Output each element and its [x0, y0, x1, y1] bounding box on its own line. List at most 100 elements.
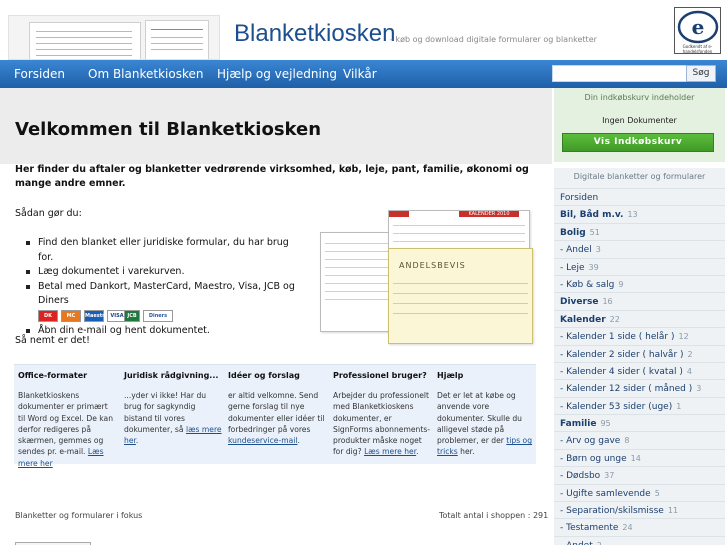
- category-item[interactable]: Kalender 22: [554, 309, 725, 327]
- category-item[interactable]: Forsiden: [554, 188, 725, 205]
- category-count: 39: [588, 262, 599, 272]
- nav-item-hjaelp[interactable]: Hjælp og vejledning: [217, 67, 337, 81]
- category-item[interactable]: - Kalender 53 sider (uge) 1: [554, 396, 725, 414]
- total-count-label: Totalt antal i shoppen : 291: [439, 511, 549, 520]
- category-count: 2: [597, 541, 602, 545]
- cart-heading: Din indkøbskurv indeholder: [584, 93, 695, 102]
- header: Blanketkiosken - køb og download digital…: [0, 0, 727, 60]
- category-count: 12: [678, 332, 689, 342]
- search-button[interactable]: Søg: [686, 65, 716, 82]
- category-label: - Kalender 1 side ( helår ): [560, 332, 675, 343]
- info-column-heading: Professionel bruger?: [333, 371, 427, 380]
- thumbnail-sheet: [145, 20, 209, 59]
- category-item[interactable]: Familie 95: [554, 414, 725, 431]
- category-item[interactable]: - Andel 3: [554, 240, 725, 257]
- category-count: 4: [686, 366, 692, 376]
- category-list: Forsiden Bil, Båd m.v. 13 Bolig 51- Andel 3- …: [554, 188, 725, 545]
- focus-label: Blanketter og formularer i fokus: [15, 511, 143, 520]
- category-count: 22: [609, 314, 620, 324]
- info-column-heading: Juridisk rådgivning...: [124, 371, 219, 380]
- category-item[interactable]: - Leje 39: [554, 257, 725, 275]
- category-count: 5: [654, 488, 660, 498]
- nav-item-forsiden[interactable]: Forsiden: [14, 67, 65, 81]
- category-item[interactable]: Bolig 51: [554, 222, 725, 240]
- category-item[interactable]: - Andet 2: [554, 535, 725, 545]
- page-title: Velkommen til Blanketkiosken: [15, 119, 322, 140]
- category-label: - Leje: [560, 262, 585, 273]
- jcb-icon: JCB: [124, 309, 140, 322]
- category-label: Bolig: [560, 227, 586, 238]
- documents-illustration: KALENDER 2010 ANDELSBEVIS: [320, 210, 535, 345]
- site-tagline: - køb og download digitale formularer og…: [390, 35, 597, 44]
- category-label: - Kalender 2 sider ( halvår ): [560, 349, 684, 360]
- category-count: 9: [618, 279, 624, 289]
- category-label: - Børn og unge: [560, 453, 627, 464]
- category-item[interactable]: - Dødsbo 37: [554, 466, 725, 483]
- header-thumbnail-image: [8, 15, 220, 60]
- step-item: Læg dokumentet i varekurven.: [26, 265, 296, 280]
- category-label: Diverse: [560, 297, 599, 308]
- info-column-ideas: Idéer og forslag er altid velkomne. Send…: [224, 365, 328, 465]
- info-column-professional: Professionel bruger? Arbejder du profess…: [329, 365, 433, 465]
- category-count: 95: [600, 419, 611, 429]
- category-label: - Testamente: [560, 523, 619, 534]
- info-column-body: Blanketkioskens dokumenter er primært ti…: [18, 391, 114, 468]
- category-item[interactable]: - Testamente 24: [554, 518, 725, 535]
- category-count: 11: [667, 506, 679, 516]
- step-item: Betal med Dankort, MasterCard, Maestro, …: [26, 280, 296, 309]
- info-column-body: Arbejder du professionelt med Blanketkio…: [333, 391, 431, 457]
- info-column-body: Det er let at købe og anvende vore dokum…: [437, 391, 533, 457]
- andelsbevis-label: ANDELSBEVIS: [399, 261, 466, 270]
- info-column-body: er altid velkomne. Send gerne forslag ti…: [228, 391, 325, 446]
- customer-service-mail-link[interactable]: kundeservice-mail: [228, 436, 298, 445]
- category-item[interactable]: - Kalender 1 side ( helår ) 12: [554, 327, 725, 344]
- svg-text:e: e: [692, 15, 705, 39]
- view-cart-button[interactable]: Vis Indkøbskurv: [562, 133, 714, 152]
- maestro-icon: Maestro: [84, 309, 108, 322]
- info-column-legal: Juridisk rådgivning... ...yder vi ikke! …: [120, 365, 224, 465]
- category-item[interactable]: - Køb & salg 9: [554, 274, 725, 292]
- info-column-office: Office-formater Blanketkioskens dokument…: [14, 365, 118, 468]
- category-label: - Separation/skilsmisse: [560, 506, 664, 517]
- category-count: 24: [622, 523, 633, 533]
- category-label: Forsiden: [560, 193, 599, 203]
- category-item[interactable]: - Kalender 12 sider ( måned ) 3: [554, 379, 725, 396]
- e-maerket-badge[interactable]: e Godkendt af e-handelsfonden: [674, 7, 721, 54]
- category-label: - Køb & salg: [560, 279, 615, 290]
- e-mark-icon: e: [677, 10, 719, 44]
- category-item[interactable]: - Arv og gave 8: [554, 431, 725, 448]
- search-input[interactable]: [552, 65, 687, 82]
- category-label: - Ugifte samlevende: [560, 488, 651, 499]
- category-item[interactable]: Bil, Båd m.v. 13: [554, 205, 725, 222]
- category-count: 37: [604, 471, 615, 481]
- category-item[interactable]: - Separation/skilsmisse 11: [554, 501, 725, 518]
- nav-item-om[interactable]: Om Blanketkiosken: [88, 67, 203, 81]
- how-to-heading: Sådan gør du:: [15, 208, 82, 219]
- category-item[interactable]: - Kalender 2 sider ( halvår ) 2: [554, 344, 725, 362]
- category-item[interactable]: - Børn og unge 14: [554, 448, 725, 466]
- thumbnail-sheet: [29, 22, 141, 59]
- mastercard-icon: MC: [61, 309, 81, 322]
- category-item[interactable]: - Kalender 4 sider ( kvatal ) 4: [554, 361, 725, 379]
- category-count: 3: [595, 245, 601, 255]
- info-column-heading: Office-formater: [18, 371, 88, 380]
- category-box: Digitale blanketter og formularer Forsid…: [554, 168, 725, 545]
- category-count: 8: [624, 436, 630, 446]
- info-column-heading: Idéer og forslag: [228, 371, 300, 380]
- step-item: Find den blanket eller juridiske formula…: [26, 236, 296, 265]
- cart-status: Ingen Dokumenter: [602, 116, 677, 125]
- category-label: - Andel: [560, 245, 592, 256]
- nav-item-vilkaar[interactable]: Vilkår: [343, 67, 377, 81]
- site-title[interactable]: Blanketkiosken: [234, 20, 395, 48]
- category-item[interactable]: Diverse 16: [554, 292, 725, 309]
- sidebar: Din indkøbskurv indeholder Ingen Dokumen…: [552, 88, 727, 545]
- andelsbevis-sheet: ANDELSBEVIS: [388, 248, 533, 344]
- category-label: Bil, Båd m.v.: [560, 210, 624, 221]
- category-count: 51: [589, 227, 600, 237]
- read-more-link[interactable]: Læs mere her: [364, 447, 416, 456]
- category-item[interactable]: - Ugifte samlevende 5: [554, 483, 725, 501]
- category-label: Familie: [560, 419, 597, 430]
- category-label: - Andet: [560, 541, 593, 545]
- category-label: - Kalender 53 sider (uge): [560, 401, 673, 412]
- category-count: 16: [602, 297, 613, 307]
